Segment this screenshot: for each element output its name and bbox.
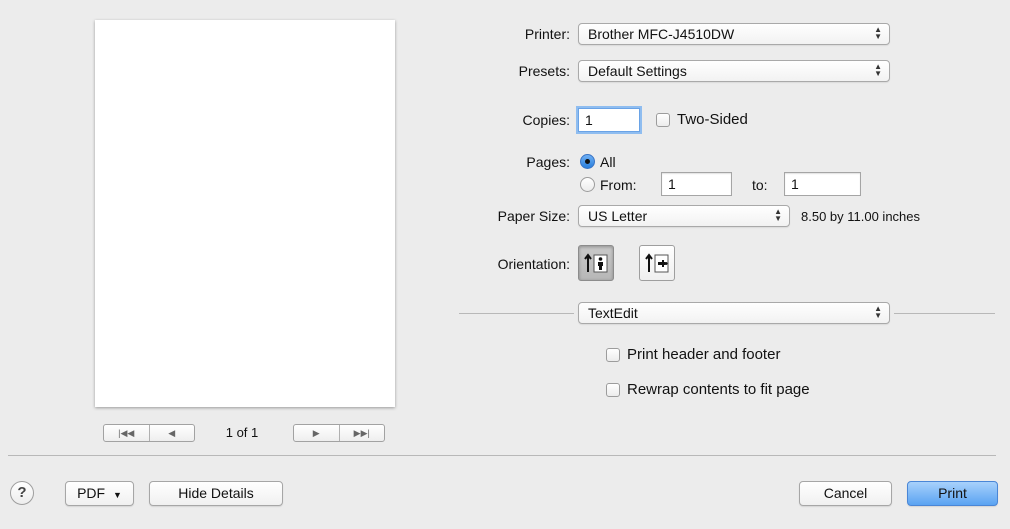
print-button[interactable]: Print xyxy=(907,481,998,506)
paper-size-value: US Letter xyxy=(588,208,648,224)
popup-arrows-icon: ▲ ▼ xyxy=(874,25,882,41)
page-indicator: 1 of 1 xyxy=(225,425,259,440)
orientation-label: Orientation: xyxy=(497,256,570,272)
first-page-icon[interactable]: |◀◀ xyxy=(104,425,149,441)
last-page-icon[interactable]: ▶▶| xyxy=(338,425,385,441)
header-footer-checkbox[interactable] xyxy=(606,348,620,362)
section-divider-right xyxy=(894,313,995,314)
paper-size-popup[interactable]: US Letter ▲ ▼ xyxy=(578,205,790,227)
next-page-icon[interactable]: ▶ xyxy=(294,425,339,441)
pages-label: Pages: xyxy=(526,154,570,170)
app-section-popup[interactable]: TextEdit ▲ ▼ xyxy=(578,302,890,324)
print-preview-page xyxy=(95,20,395,407)
paper-size-label: Paper Size: xyxy=(497,208,570,224)
portrait-orientation-button[interactable] xyxy=(578,245,614,281)
preview-back-nav[interactable]: |◀◀ ◀ xyxy=(103,424,195,442)
portrait-icon xyxy=(584,253,608,273)
presets-popup[interactable]: Default Settings ▲ ▼ xyxy=(578,60,890,82)
landscape-icon xyxy=(645,253,669,273)
printer-value: Brother MFC-J4510DW xyxy=(588,26,735,42)
landscape-orientation-button[interactable] xyxy=(639,245,675,281)
pages-from-field[interactable]: 1 xyxy=(661,172,732,196)
printer-label: Printer: xyxy=(524,26,570,42)
hide-details-button[interactable]: Hide Details xyxy=(149,481,283,506)
rewrap-checkbox[interactable] xyxy=(606,383,620,397)
popup-arrows-icon: ▲ ▼ xyxy=(874,62,882,78)
presets-label: Presets: xyxy=(518,63,570,79)
popup-arrows-icon: ▲ ▼ xyxy=(774,207,782,223)
paper-dimensions: 8.50 by 11.00 inches xyxy=(801,209,921,224)
pages-to-field[interactable]: 1 xyxy=(784,172,861,196)
pages-to-label: to: xyxy=(752,177,768,193)
printer-popup[interactable]: Brother MFC-J4510DW ▲ ▼ xyxy=(578,23,890,45)
footer-divider xyxy=(8,455,996,456)
previous-page-icon[interactable]: ◀ xyxy=(148,425,195,441)
presets-value: Default Settings xyxy=(588,63,687,79)
copies-field[interactable]: 1 xyxy=(578,108,640,132)
two-sided-checkbox[interactable] xyxy=(656,113,670,127)
help-button[interactable]: ? xyxy=(10,481,34,505)
popup-arrows-icon: ▲ ▼ xyxy=(874,304,882,320)
dropdown-arrow-icon: ▼ xyxy=(112,490,122,500)
pages-all-radio[interactable] xyxy=(580,154,595,169)
pdf-label: PDF xyxy=(77,485,106,501)
preview-forward-nav[interactable]: ▶ ▶▶| xyxy=(293,424,385,442)
section-divider-left xyxy=(459,313,574,314)
two-sided-label: Two-Sided xyxy=(677,111,748,128)
pdf-menu-button[interactable]: PDF ▼ xyxy=(65,481,134,506)
header-footer-label: Print header and footer xyxy=(627,346,781,363)
pages-from-radio[interactable] xyxy=(580,177,595,192)
pages-from-label: From: xyxy=(600,177,637,193)
copies-label: Copies: xyxy=(522,112,570,128)
rewrap-label: Rewrap contents to fit page xyxy=(627,381,810,398)
app-section-value: TextEdit xyxy=(588,305,638,321)
pages-all-label: All xyxy=(600,154,616,170)
cancel-button[interactable]: Cancel xyxy=(799,481,892,506)
